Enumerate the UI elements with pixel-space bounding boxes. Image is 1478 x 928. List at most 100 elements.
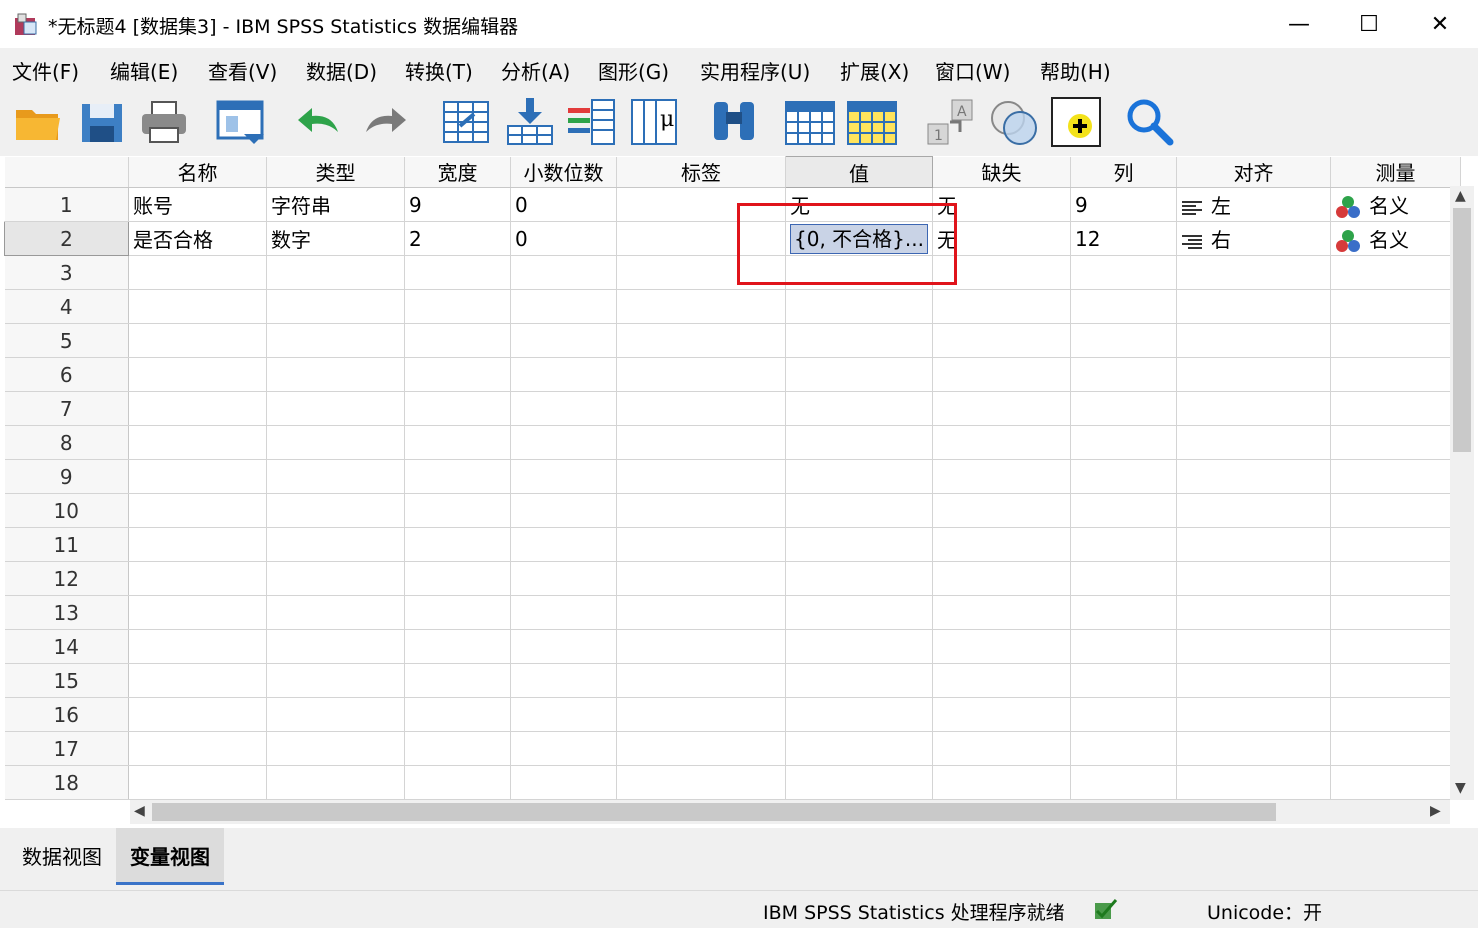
cell-name[interactable]	[128, 289, 267, 324]
cell-align[interactable]	[1176, 561, 1331, 596]
row-number[interactable]: 4	[4, 289, 129, 324]
cell-type[interactable]	[266, 323, 405, 358]
cell-name[interactable]	[128, 765, 267, 800]
cell-missing[interactable]	[932, 493, 1071, 528]
cell-values[interactable]	[785, 255, 933, 290]
cell-decimals[interactable]	[510, 663, 617, 698]
cell-align[interactable]: 左	[1176, 187, 1331, 222]
cell-missing[interactable]	[932, 289, 1071, 324]
cell-missing[interactable]	[932, 459, 1071, 494]
column-header-width[interactable]: 宽度	[404, 156, 511, 188]
cell-columns[interactable]	[1070, 629, 1177, 664]
menu-data[interactable]: 数据(D)	[306, 56, 377, 85]
cell-values[interactable]: 无	[785, 187, 933, 222]
recall-dialog-icon[interactable]	[214, 96, 266, 148]
cell-measure[interactable]	[1330, 765, 1461, 800]
cell-values-selected[interactable]: {0, 不合格}...	[785, 221, 933, 256]
find-icon[interactable]	[708, 96, 760, 148]
row-number[interactable]: 17	[4, 731, 129, 766]
cell-type[interactable]	[266, 527, 405, 562]
cell-label[interactable]	[616, 595, 786, 630]
horizontal-scrollbar[interactable]: ◀ ▶	[130, 800, 1450, 824]
cell-decimals[interactable]	[510, 425, 617, 460]
cell-decimals[interactable]	[510, 493, 617, 528]
cell-name[interactable]	[128, 425, 267, 460]
cell-type[interactable]	[266, 697, 405, 732]
cell-width[interactable]	[404, 697, 511, 732]
cell-name[interactable]: 是否合格	[128, 221, 267, 256]
cell-type[interactable]	[266, 561, 405, 596]
cell-missing[interactable]	[932, 765, 1071, 800]
cell-label[interactable]	[616, 391, 786, 426]
cell-values[interactable]	[785, 493, 933, 528]
row-number[interactable]: 9	[4, 459, 129, 494]
cell-align[interactable]	[1176, 425, 1331, 460]
cell-type[interactable]	[266, 357, 405, 392]
cell-measure[interactable]	[1330, 731, 1461, 766]
cell-width[interactable]	[404, 391, 511, 426]
cell-align[interactable]: 右	[1176, 221, 1331, 256]
cell-missing[interactable]	[932, 527, 1071, 562]
cell-align[interactable]	[1176, 289, 1331, 324]
cell-missing[interactable]	[932, 697, 1071, 732]
cell-name[interactable]	[128, 595, 267, 630]
cell-values[interactable]	[785, 391, 933, 426]
column-header-label[interactable]: 标签	[616, 156, 786, 188]
column-header-values[interactable]: 值	[785, 156, 933, 188]
cell-missing[interactable]	[932, 323, 1071, 358]
cell-values[interactable]	[785, 357, 933, 392]
cell-label[interactable]	[616, 357, 786, 392]
cell-width[interactable]: 2	[404, 221, 511, 256]
cell-decimals[interactable]	[510, 697, 617, 732]
cell-values[interactable]	[785, 561, 933, 596]
cell-columns[interactable]	[1070, 289, 1177, 324]
row-number[interactable]: 5	[4, 323, 129, 358]
cell-width[interactable]	[404, 459, 511, 494]
cell-decimals[interactable]	[510, 629, 617, 664]
cell-decimals[interactable]: 0	[510, 187, 617, 222]
cell-width[interactable]	[404, 289, 511, 324]
cell-measure[interactable]	[1330, 527, 1461, 562]
cell-name[interactable]	[128, 459, 267, 494]
row-number[interactable]: 16	[4, 697, 129, 732]
cell-decimals[interactable]	[510, 357, 617, 392]
run-descriptives-icon[interactable]: μ	[628, 96, 680, 148]
row-number[interactable]: 6	[4, 357, 129, 392]
cell-values[interactable]	[785, 289, 933, 324]
select-cases-icon[interactable]	[1050, 96, 1102, 148]
cell-width[interactable]	[404, 765, 511, 800]
cell-align[interactable]	[1176, 697, 1331, 732]
cell-decimals[interactable]	[510, 289, 617, 324]
cell-width[interactable]	[404, 629, 511, 664]
cell-columns[interactable]	[1070, 323, 1177, 358]
print-icon[interactable]	[138, 96, 190, 148]
cell-width[interactable]: 9	[404, 187, 511, 222]
cell-decimals[interactable]	[510, 561, 617, 596]
row-number[interactable]: 10	[4, 493, 129, 528]
cell-label[interactable]	[616, 323, 786, 358]
row-number[interactable]: 1	[4, 187, 129, 222]
cell-columns[interactable]	[1070, 595, 1177, 630]
cell-columns[interactable]	[1070, 425, 1177, 460]
scroll-up-icon[interactable]: ▲	[1455, 188, 1466, 204]
cell-missing[interactable]	[932, 629, 1071, 664]
cell-label[interactable]	[616, 425, 786, 460]
cell-measure[interactable]	[1330, 595, 1461, 630]
cell-label[interactable]	[616, 255, 786, 290]
cell-measure[interactable]	[1330, 697, 1461, 732]
cell-label[interactable]	[616, 629, 786, 664]
cell-missing[interactable]	[932, 357, 1071, 392]
values-cell-text[interactable]: {0, 不合格}...	[790, 223, 928, 254]
menu-view[interactable]: 查看(V)	[208, 56, 277, 85]
cell-label[interactable]	[616, 731, 786, 766]
row-number[interactable]: 13	[4, 595, 129, 630]
cell-decimals[interactable]	[510, 459, 617, 494]
cell-measure[interactable]	[1330, 459, 1461, 494]
cell-values[interactable]	[785, 663, 933, 698]
cell-width[interactable]	[404, 425, 511, 460]
cell-name[interactable]	[128, 493, 267, 528]
cell-name[interactable]	[128, 697, 267, 732]
cell-label[interactable]	[616, 459, 786, 494]
corner-cell[interactable]	[4, 156, 129, 188]
cell-name[interactable]	[128, 323, 267, 358]
